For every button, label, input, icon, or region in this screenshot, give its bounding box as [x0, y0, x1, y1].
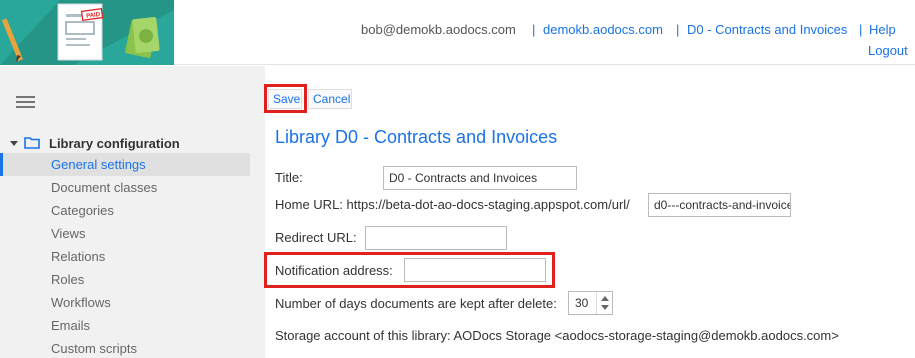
- notification-address-label: Notification address:: [275, 263, 393, 278]
- library-link[interactable]: D0 - Contracts and Invoices: [687, 22, 847, 37]
- header-separator: |: [676, 22, 680, 37]
- home-url-input[interactable]: d0---contracts-and-invoices: [648, 193, 791, 217]
- folder-icon: [24, 137, 40, 149]
- stepper-buttons: [596, 292, 612, 314]
- days-kept-stepper[interactable]: 30: [568, 291, 613, 315]
- sidebar-item-workflows[interactable]: Workflows: [0, 291, 250, 314]
- header-separator: |: [859, 22, 863, 37]
- domain-link[interactable]: demokb.aodocs.com: [543, 22, 663, 37]
- library-configuration-section[interactable]: Library configuration: [10, 134, 180, 152]
- user-email: bob@demokb.aodocs.com: [361, 22, 516, 37]
- section-label: Library configuration: [49, 135, 180, 151]
- aodocs-logo: PAID: [0, 0, 174, 65]
- home-url-label: Home URL: https://beta-dot-ao-docs-stagi…: [275, 197, 630, 212]
- sidebar-item-categories[interactable]: Categories: [0, 199, 250, 222]
- sidebar: Library configuration General settings D…: [0, 66, 265, 358]
- title-input[interactable]: D0 - Contracts and Invoices: [383, 166, 577, 190]
- chevron-up-icon[interactable]: [601, 296, 609, 301]
- save-button[interactable]: Save: [268, 89, 302, 109]
- sidebar-item-relations[interactable]: Relations: [0, 245, 250, 268]
- logout-link[interactable]: Logout: [868, 43, 908, 58]
- sidebar-item-roles[interactable]: Roles: [0, 268, 250, 291]
- sidebar-item-document-classes[interactable]: Document classes: [0, 176, 250, 199]
- sidebar-item-views[interactable]: Views: [0, 222, 250, 245]
- caret-down-icon: [10, 140, 18, 146]
- redirect-url-label: Redirect URL:: [275, 230, 357, 245]
- redirect-url-input[interactable]: [365, 226, 507, 250]
- menu-icon[interactable]: [16, 96, 35, 108]
- storage-account-text: Storage account of this library: AODocs …: [275, 328, 839, 343]
- sidebar-item-custom-scripts[interactable]: Custom scripts: [0, 337, 250, 358]
- page-title: Library D0 - Contracts and Invoices: [275, 127, 558, 147]
- days-kept-label: Number of days documents are kept after …: [275, 296, 557, 311]
- logo-illustration-icon: PAID: [0, 0, 174, 65]
- title-label: Title:: [275, 170, 303, 185]
- header-separator: |: [532, 22, 536, 37]
- cancel-button[interactable]: Cancel: [308, 89, 352, 109]
- nav-list: General settings Document classes Catego…: [0, 153, 250, 358]
- days-kept-value: 30: [575, 296, 589, 310]
- notification-address-input[interactable]: [404, 258, 546, 282]
- sidebar-item-emails[interactable]: Emails: [0, 314, 250, 337]
- chevron-down-icon[interactable]: [601, 305, 609, 310]
- help-link[interactable]: Help: [869, 22, 896, 37]
- app-header: PAID bob@demokb.aodocs.com | demokb.aodo…: [0, 0, 915, 65]
- sidebar-item-general-settings[interactable]: General settings: [0, 153, 250, 176]
